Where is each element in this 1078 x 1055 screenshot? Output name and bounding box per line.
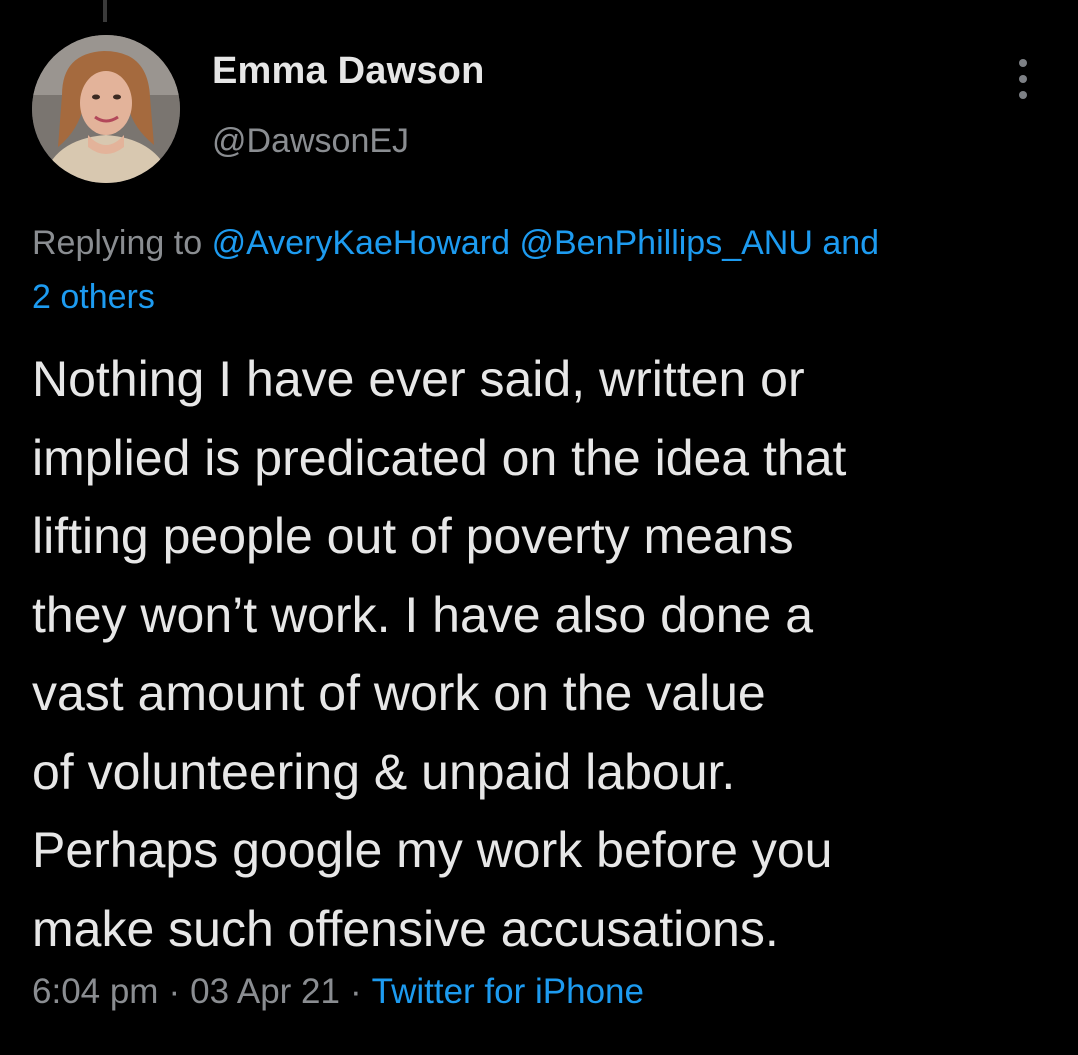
avatar-photo xyxy=(32,35,180,183)
tweet-meta: 6:04 pm · 03 Apr 21 · Twitter for iPhone xyxy=(32,972,644,1012)
mention-link[interactable]: @AveryKaeHoward xyxy=(212,224,510,262)
replying-to-label: Replying to xyxy=(32,224,203,262)
more-vertical-icon[interactable] xyxy=(1008,56,1038,102)
tweet-text: Nothing I have ever said, written or imp… xyxy=(32,340,1052,968)
tweet-date[interactable]: 03 Apr 21 xyxy=(190,972,340,1011)
tweet-line: they won’t work. I have also done a xyxy=(32,586,814,643)
tweet-line: vast amount of work on the value xyxy=(32,665,766,721)
meta-separator: · xyxy=(168,972,181,1011)
author-handle[interactable]: @DawsonEJ xyxy=(212,122,409,161)
others-link[interactable]: 2 others xyxy=(32,278,155,316)
thread-connector-line xyxy=(103,0,107,22)
tweet-line: implied is predicated on the idea that xyxy=(32,429,847,486)
mention-link[interactable]: @BenPhillips_ANU xyxy=(519,224,812,262)
tweet-line: of volunteering & unpaid labour. xyxy=(32,743,736,800)
avatar[interactable] xyxy=(32,35,180,183)
replying-to: Replying to @AveryKaeHoward @BenPhillips… xyxy=(32,216,1042,324)
tweet-source-link[interactable]: Twitter for iPhone xyxy=(372,972,644,1011)
meta-separator: · xyxy=(349,972,362,1011)
tweet-line: lifting people out of poverty means xyxy=(32,508,794,564)
tweet-line: Nothing I have ever said, written or xyxy=(32,351,805,407)
tweet-line: Perhaps google my work before you xyxy=(32,822,833,878)
tweet-time[interactable]: 6:04 pm xyxy=(32,972,158,1011)
tweet-line: make such offensive accusations. xyxy=(32,900,779,957)
author-name[interactable]: Emma Dawson xyxy=(212,50,485,93)
mention-joiner[interactable]: and xyxy=(822,224,879,262)
